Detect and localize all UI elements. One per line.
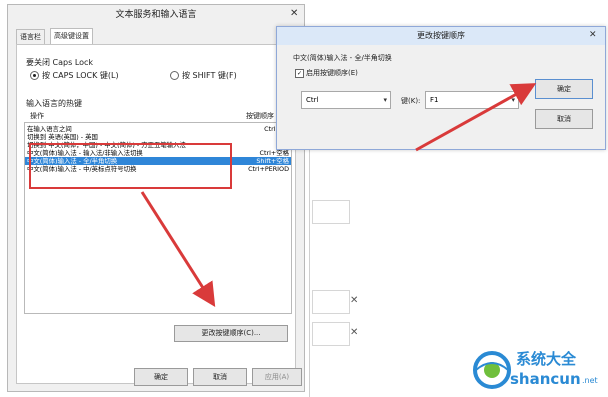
arrow-to-change-button <box>140 191 216 308</box>
watermark-brand: shancun <box>510 370 581 388</box>
watermark-logo: 系统大全 shancun .net <box>470 346 606 394</box>
watermark-title: 系统大全 <box>516 350 577 368</box>
globe-icon <box>473 351 511 389</box>
arrow-to-ok-button <box>415 83 537 152</box>
annotation-arrows <box>140 83 537 308</box>
watermark-suffix: .net <box>582 376 598 385</box>
